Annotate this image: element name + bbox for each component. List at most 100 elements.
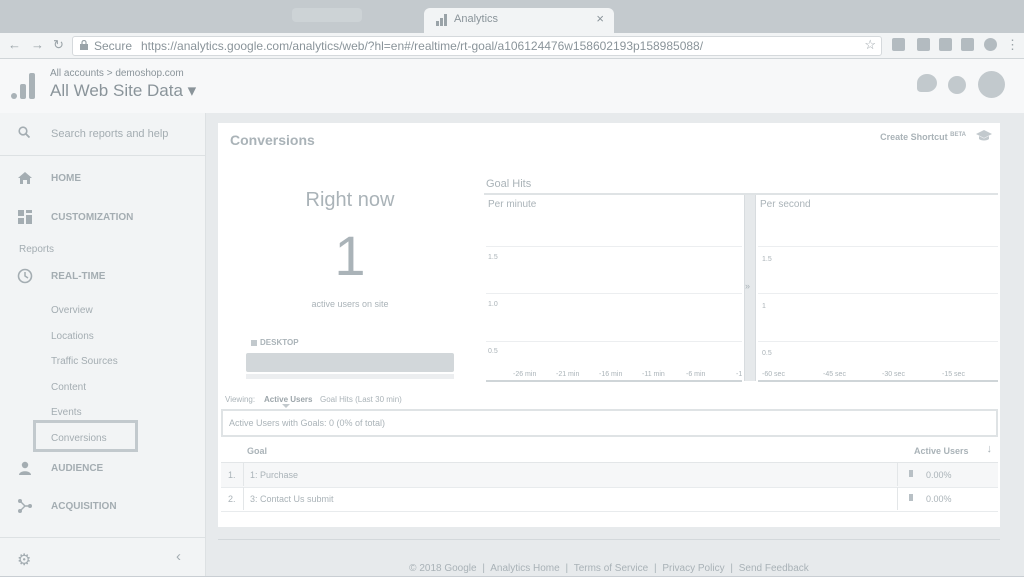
y-tick-label: 1 <box>762 303 766 310</box>
view-goal-hits-tab[interactable]: Goal Hits (Last 30 min) <box>320 395 402 404</box>
browser-tab-analytics[interactable]: Analytics × <box>424 8 614 33</box>
column-header-goal[interactable]: Goal <box>247 446 267 456</box>
gridline <box>758 246 998 247</box>
x-axis <box>486 380 742 382</box>
footer-link-analytics-home[interactable]: Analytics Home <box>490 563 559 574</box>
gridline <box>486 341 742 342</box>
y-tick-label: 1.5 <box>488 254 498 261</box>
active-users-label: active users on site <box>311 299 389 309</box>
gear-icon[interactable]: ⚙ <box>17 550 31 570</box>
extension-icon[interactable] <box>939 38 952 51</box>
analytics-tab-icon <box>436 14 448 26</box>
view-selector[interactable]: All Web Site Data ▾ <box>50 81 196 101</box>
breadcrumb[interactable]: All accounts > demoshop.com <box>50 68 184 79</box>
sidebar-item-label: CUSTOMIZATION <box>51 212 134 223</box>
graduation-cap-icon[interactable] <box>976 129 992 141</box>
forward-icon[interactable]: → <box>31 37 44 52</box>
y-tick-label: 0.5 <box>488 348 498 355</box>
sidebar-subitem-events[interactable]: Events <box>51 407 82 418</box>
notifications-icon[interactable] <box>917 74 937 92</box>
footer-separator: | <box>730 563 733 574</box>
back-icon[interactable]: ← <box>8 37 21 52</box>
account-avatar[interactable] <box>978 71 1005 98</box>
view-caret-icon: ▾ <box>187 81 197 100</box>
sidebar-subitem-conversions[interactable]: Conversions <box>51 433 107 444</box>
x-tick-label: -26 min <box>513 371 537 378</box>
sidebar-subitem-overview[interactable]: Overview <box>51 305 93 316</box>
footer-link-privacy[interactable]: Privacy Policy <box>662 563 724 574</box>
table-header: Goal Active Users ↓ <box>221 440 998 463</box>
sidebar-subitem-locations[interactable]: Locations <box>51 331 94 342</box>
x-axis <box>758 380 998 382</box>
blurred-tab[interactable] <box>292 8 362 22</box>
per-second-label: Per second <box>760 199 811 210</box>
row-divider <box>243 463 244 486</box>
x-tick-label: -6 min <box>686 371 706 378</box>
extension-icon[interactable] <box>917 38 930 51</box>
right-now-heading: Right now <box>305 189 395 211</box>
tab-close-icon[interactable]: × <box>596 11 604 26</box>
sidebar-footer: ⚙ ‹ <box>0 537 205 577</box>
sidebar-search[interactable]: Search reports and help <box>0 113 205 156</box>
gridline <box>758 293 998 294</box>
search-placeholder: Search reports and help <box>51 128 169 140</box>
footer: © 2018 Google | Analytics Home | Terms o… <box>206 563 1012 574</box>
y-tick-label: 1.5 <box>762 256 772 263</box>
sidebar-item-acquisition[interactable]: ACQUISITION <box>0 492 205 522</box>
report-title: Conversions <box>230 132 315 148</box>
summary-text: Active Users with Goals: 0 (0% of total) <box>229 418 386 428</box>
reports-section-label: Reports <box>19 244 55 255</box>
sidebar-item-customization[interactable]: CUSTOMIZATION <box>0 203 205 233</box>
sort-descending-icon[interactable]: ↓ <box>987 443 993 455</box>
analytics-logo-icon <box>11 73 35 99</box>
goal-hits-divider <box>484 193 998 195</box>
per-minute-label: Per minute <box>488 199 537 210</box>
extension-icon[interactable] <box>961 38 974 51</box>
sidebar-item-label: ACQUISITION <box>51 501 117 512</box>
gridline <box>486 293 742 294</box>
view-active-users-tab[interactable]: Active Users <box>264 395 312 404</box>
sidebar-subitem-content[interactable]: Content <box>51 382 86 393</box>
address-bar[interactable]: Secure https://analytics.google.com/anal… <box>72 36 882 56</box>
goal-name: 3: Contact Us submit <box>250 494 334 504</box>
create-shortcut-label: Create Shortcut <box>880 132 948 142</box>
gridline <box>758 341 998 342</box>
sidebar-subitem-traffic-sources[interactable]: Traffic Sources <box>51 356 118 367</box>
y-tick-label: 1.0 <box>488 301 498 308</box>
summary-bar: Active Users with Goals: 0 (0% of total) <box>221 409 998 437</box>
goal-hits-heading: Goal Hits <box>486 178 532 190</box>
x-tick-label: -60 sec <box>762 371 785 378</box>
percent-bar <box>909 470 913 477</box>
sidebar: Search reports and help HOME CUSTOMIZATI… <box>0 113 206 576</box>
percent-value: 0.00% <box>926 470 952 480</box>
sidebar-item-real-time[interactable]: REAL-TIME <box>0 262 205 292</box>
beta-badge: BETA <box>950 132 966 138</box>
url-text[interactable]: https://analytics.google.com/analytics/w… <box>141 39 703 53</box>
table-row[interactable]: 2. 3: Contact Us submit 0.00% <box>221 487 998 512</box>
reload-icon[interactable]: ↻ <box>53 37 64 53</box>
sidebar-item-label: REAL-TIME <box>51 271 106 282</box>
extension-icon[interactable] <box>892 38 905 51</box>
extension-icon[interactable] <box>984 38 997 51</box>
x-tick-label: -30 sec <box>882 371 905 378</box>
footer-separator: | <box>482 563 485 574</box>
row-index: 1. <box>228 470 236 480</box>
collapse-sidebar-icon[interactable]: ‹ <box>176 548 181 565</box>
sidebar-item-home[interactable]: HOME <box>0 164 205 194</box>
browser-menu-icon[interactable]: ⋮ <box>1006 37 1019 53</box>
x-tick-label: -1 <box>736 371 743 378</box>
row-divider <box>243 487 244 510</box>
footer-link-terms[interactable]: Terms of Service <box>574 563 648 574</box>
column-header-active-users[interactable]: Active Users <box>914 446 969 456</box>
footer-link-feedback[interactable]: Send Feedback <box>739 563 809 574</box>
help-icon[interactable] <box>948 76 966 94</box>
report-card: Conversions Create Shortcut BETA Right n… <box>218 123 1000 527</box>
splitter-arrow-icon[interactable]: » <box>745 281 750 291</box>
table-row[interactable]: 1. 1: Purchase 0.00% <box>221 463 998 488</box>
create-shortcut-link[interactable]: Create Shortcut BETA <box>880 132 966 142</box>
bookmark-star-icon[interactable]: ☆ <box>864 37 876 53</box>
sidebar-item-audience[interactable]: AUDIENCE <box>0 454 205 484</box>
acquisition-icon <box>18 499 32 513</box>
search-icon <box>18 126 30 138</box>
row-index: 2. <box>228 494 236 504</box>
